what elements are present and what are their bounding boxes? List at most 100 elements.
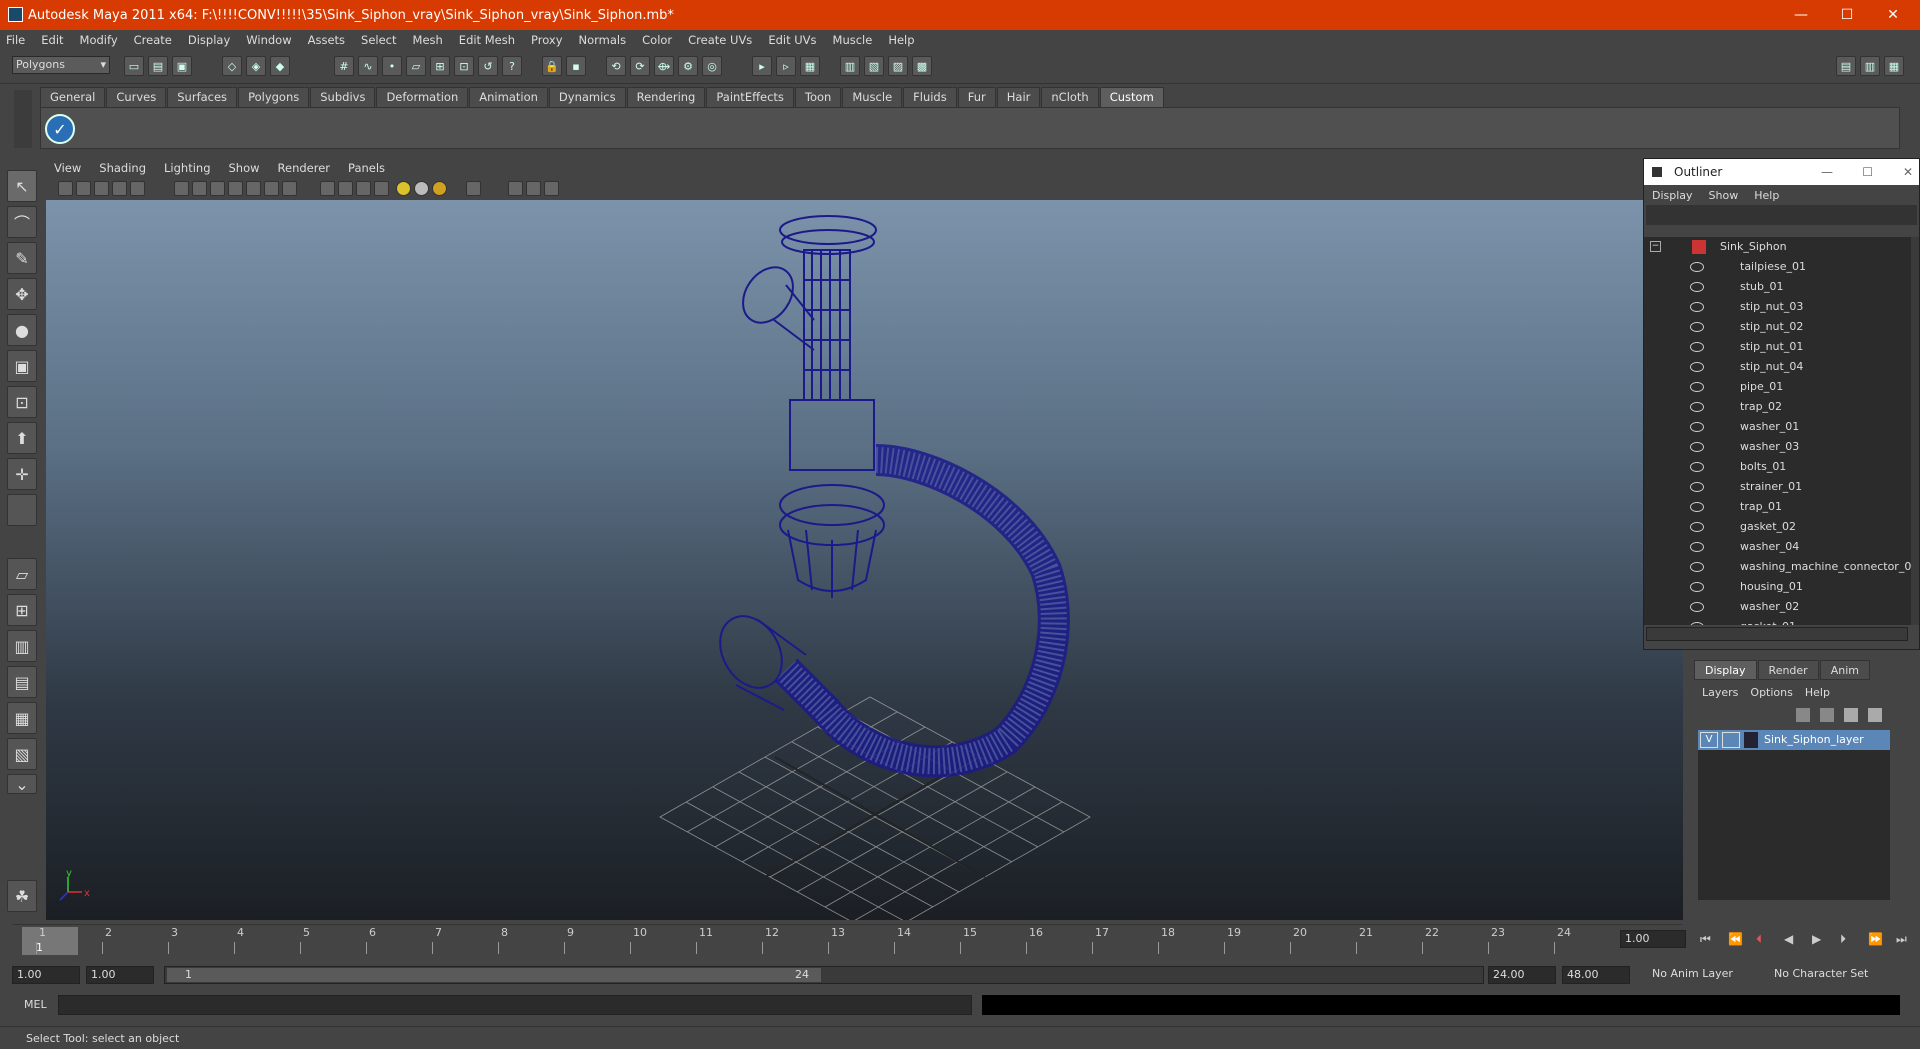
paint-select-icon[interactable]: ✎ — [7, 242, 37, 274]
menu-color[interactable]: Color — [642, 33, 672, 47]
resolution-gate-icon[interactable] — [130, 181, 145, 196]
menu-display[interactable]: Display — [188, 33, 230, 47]
list-item[interactable]: stip_nut_04 — [1644, 357, 1912, 377]
render-view-icon[interactable]: ▹ — [776, 56, 796, 76]
time-slider[interactable]: 1 1 2 3 4 5 6 7 8 9 10 11 12 13 14 15 16 17 18 19 20 21 22 23 2… — [12, 924, 1682, 956]
select-component-icon[interactable]: ◆ — [270, 56, 290, 76]
new-scene-icon[interactable]: ▭ — [124, 56, 144, 76]
history-icon[interactable]: ↺ — [478, 56, 498, 76]
list-item[interactable]: tailpiese_01 — [1644, 257, 1912, 277]
layer-row[interactable]: V Sink_Siphon_layer — [1698, 730, 1890, 750]
outliner-minimize-button[interactable]: — — [1821, 159, 1833, 185]
perspective-viewport[interactable]: x y — [46, 200, 1683, 920]
render-settings-icon[interactable]: ⚙ — [678, 56, 698, 76]
shelf-tab-ncloth[interactable]: nCloth — [1041, 87, 1099, 107]
range-slider-handle[interactable]: 1 24 — [167, 968, 821, 982]
outliner-filter-field[interactable] — [1646, 205, 1917, 225]
list-item[interactable]: stip_nut_01 — [1644, 337, 1912, 357]
film-gate-icon[interactable] — [192, 181, 207, 196]
tool-settings-icon[interactable]: ▧ — [864, 56, 884, 76]
menu-file[interactable]: File — [6, 33, 25, 47]
command-input[interactable] — [58, 995, 972, 1015]
render-current-icon[interactable]: ⟳ — [630, 56, 650, 76]
shelf-tab-painteffects[interactable]: PaintEffects — [706, 87, 794, 107]
open-scene-icon[interactable]: ▤ — [148, 56, 168, 76]
menu-set-dropdown[interactable]: Polygons — [12, 56, 110, 74]
last-tool-icon[interactable] — [7, 494, 37, 526]
make-live-icon[interactable]: ⊡ — [454, 56, 474, 76]
outliner-menu-show[interactable]: Show — [1709, 189, 1739, 202]
persp-outliner-icon[interactable]: ▥ — [7, 630, 37, 662]
save-scene-icon[interactable]: ▣ — [172, 56, 192, 76]
shelf-tab-surfaces[interactable]: Surfaces — [167, 87, 238, 107]
list-item[interactable]: washing_machine_connector_01 — [1644, 557, 1912, 577]
help-icon[interactable]: ? — [502, 56, 522, 76]
menu-muscle[interactable]: Muscle — [833, 33, 873, 47]
list-item[interactable]: washer_02 — [1644, 597, 1912, 617]
menu-mesh[interactable]: Mesh — [413, 33, 443, 47]
menu-assets[interactable]: Assets — [308, 33, 345, 47]
close-button[interactable]: ✕ — [1870, 0, 1916, 30]
layer-editor-icon[interactable]: ▩ — [912, 56, 932, 76]
menu-window[interactable]: Window — [246, 33, 291, 47]
move-layer-up-icon[interactable] — [1796, 708, 1810, 722]
list-item[interactable]: stip_nut_03 — [1644, 297, 1912, 317]
viewport-menu-panels[interactable]: Panels — [348, 161, 385, 175]
list-item[interactable]: housing_01 — [1644, 577, 1912, 597]
shelf-tab-hair[interactable]: Hair — [996, 87, 1041, 107]
list-item[interactable]: stip_nut_02 — [1644, 317, 1912, 337]
outliner-menu-display[interactable]: Display — [1652, 189, 1693, 202]
shelf-tab-toon[interactable]: Toon — [794, 87, 842, 107]
four-pane-icon[interactable]: ⊞ — [7, 594, 37, 626]
wireframe-icon[interactable] — [210, 181, 225, 196]
list-item[interactable]: pipe_01 — [1644, 377, 1912, 397]
step-forward-key-icon[interactable]: ⏩ — [1868, 932, 1883, 946]
viewport-menu-lighting[interactable]: Lighting — [164, 161, 210, 175]
select-tool-icon[interactable]: ▪ — [566, 56, 586, 76]
list-item[interactable]: trap_01 — [1644, 497, 1912, 517]
hypershade-icon[interactable]: ◎ — [702, 56, 722, 76]
smooth-shade-icon[interactable] — [228, 181, 243, 196]
menu-create-uvs[interactable]: Create UVs — [688, 33, 752, 47]
persp-graph-icon[interactable]: ▤ — [7, 666, 37, 698]
ipr-render-icon[interactable]: ⟴ — [654, 56, 674, 76]
move-tool-icon[interactable]: ✥ — [7, 278, 37, 310]
list-item[interactable]: washer_04 — [1644, 537, 1912, 557]
wire-on-shaded-icon[interactable] — [246, 181, 261, 196]
hypershade-layout-icon[interactable]: ▦ — [7, 702, 37, 734]
selected-lights-icon[interactable] — [432, 181, 447, 196]
menu-select[interactable]: Select — [361, 33, 396, 47]
modeling-toolkit-icon[interactable]: ☘ — [7, 880, 37, 912]
snap-point-icon[interactable]: • — [382, 56, 402, 76]
time-slider-track[interactable]: 1 1 2 3 4 5 6 7 8 9 10 11 12 13 14 15 16 17 18 19 20 21 22 23 2… — [12, 924, 1682, 956]
rename-icon[interactable]: ▦ — [800, 56, 820, 76]
viewport-menu-shading[interactable]: Shading — [99, 161, 146, 175]
list-item[interactable]: stub_01 — [1644, 277, 1912, 297]
lights-icon[interactable] — [282, 181, 297, 196]
default-light-icon[interactable] — [396, 181, 411, 196]
anim-start-field[interactable]: 1.00 — [12, 966, 80, 984]
list-item[interactable]: gasket_01 — [1644, 617, 1912, 625]
shelf-tab-rendering[interactable]: Rendering — [626, 87, 706, 107]
playback-start-field[interactable]: 1.00 — [86, 966, 154, 984]
go-to-end-icon[interactable]: ⏭ — [1896, 932, 1907, 947]
frame-selected-icon[interactable] — [526, 181, 541, 196]
outliner-menu-help[interactable]: Help — [1754, 189, 1779, 202]
new-layer-selected-icon[interactable] — [1868, 708, 1882, 722]
shelf-tab-dynamics[interactable]: Dynamics — [548, 87, 626, 107]
input-line-icon[interactable]: ▸ — [752, 56, 772, 76]
outliner-horizontal-scrollbar[interactable] — [1646, 627, 1908, 641]
step-back-frame-icon[interactable]: ⏴ — [1756, 932, 1762, 947]
show-tool-settings-icon[interactable]: ▥ — [1860, 56, 1880, 76]
attribute-editor-icon[interactable]: ▥ — [840, 56, 860, 76]
layer-color-swatch[interactable] — [1744, 732, 1758, 748]
list-item[interactable]: trap_02 — [1644, 397, 1912, 417]
camera-select-icon[interactable] — [58, 181, 73, 196]
outliner-root-item[interactable]: − Sink_Siphon — [1644, 237, 1912, 257]
go-to-start-icon[interactable]: ⏮ — [1700, 932, 1711, 947]
menu-normals[interactable]: Normals — [579, 33, 627, 47]
snap-grid-icon[interactable]: # — [334, 56, 354, 76]
command-language-label[interactable]: MEL — [24, 998, 47, 1011]
step-back-key-icon[interactable]: ⏪ — [1728, 932, 1743, 946]
scale-tool-icon[interactable]: ▣ — [7, 350, 37, 382]
